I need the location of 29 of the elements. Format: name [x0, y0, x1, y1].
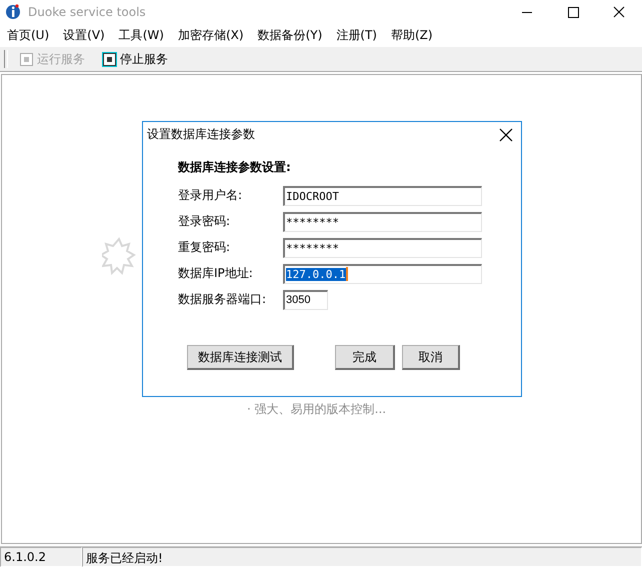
- menu-item[interactable]: 数据备份(Y): [258, 26, 322, 44]
- section-heading: 数据库连接参数设置:: [178, 159, 292, 176]
- menu-item[interactable]: 首页(U): [7, 26, 50, 44]
- field-label: 数据库IP地址:: [178, 265, 254, 282]
- menu-item[interactable]: 帮助(Z): [390, 26, 433, 44]
- window-title: Duoke service tools: [28, 5, 147, 19]
- input-field[interactable]: ********: [283, 212, 482, 232]
- info-icon: [6, 4, 20, 20]
- tagline-text: · 强大、易用的版本控制...: [247, 401, 386, 418]
- menu-item[interactable]: 设置(V): [63, 26, 105, 44]
- menu-item[interactable]: 加密存储(X): [178, 26, 244, 44]
- toolbar-button[interactable]: 停止服务: [99, 49, 172, 69]
- field-label: 重复密码:: [178, 239, 232, 256]
- status-text: 服务已经启动!: [82, 547, 642, 567]
- menu-item[interactable]: 工具(W): [118, 26, 164, 44]
- close-icon[interactable]: [499, 128, 513, 142]
- input-field[interactable]: IDOCROOT: [283, 186, 482, 206]
- menu-item[interactable]: 注册(T): [336, 26, 377, 44]
- input-field[interactable]: ********: [283, 238, 482, 258]
- field-label: 登录用户名:: [178, 187, 244, 204]
- finish-button[interactable]: 完成: [335, 345, 395, 370]
- field-label: 登录密码:: [178, 213, 232, 230]
- status-text: 6.1.0.2: [0, 547, 82, 567]
- dialog-title: 设置数据库连接参数: [147, 126, 255, 143]
- cancel-button[interactable]: 取消: [402, 345, 460, 370]
- field-label: 数据服务器端口:: [178, 291, 268, 308]
- input-field[interactable]: 127.0.0.1: [283, 264, 482, 284]
- input-field[interactable]: 3050: [283, 290, 328, 310]
- test-connection-button[interactable]: 数据库连接测试: [187, 345, 294, 370]
